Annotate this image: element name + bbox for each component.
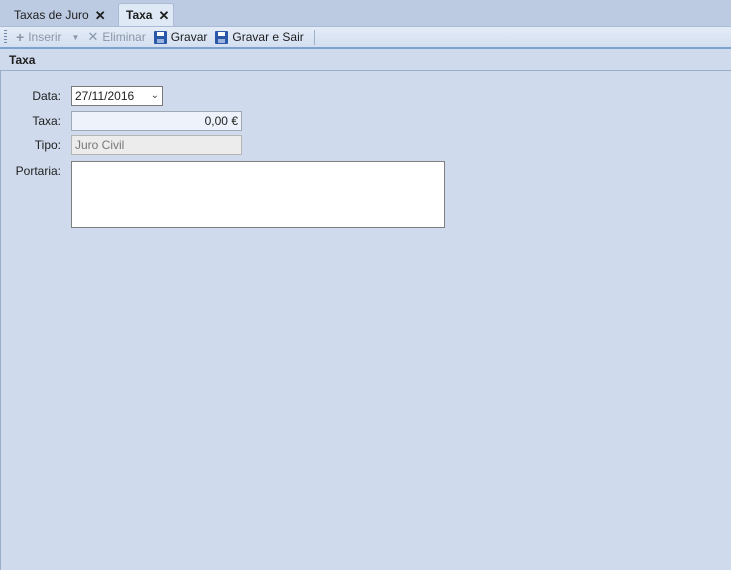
gravar-label: Gravar — [170, 30, 208, 44]
gravar-e-sair-button[interactable]: Gravar e Sair — [211, 28, 307, 47]
dropdown-arrow-icon[interactable]: ▼ — [72, 33, 80, 42]
gravar-button[interactable]: Gravar — [150, 28, 212, 47]
tab-label: Taxa — [126, 8, 153, 22]
save-and-exit-icon — [215, 30, 229, 44]
eliminar-label: Eliminar — [102, 30, 146, 44]
tab-taxa[interactable]: Taxa ✕ — [118, 3, 174, 26]
taxa-label: Taxa: — [32, 114, 61, 128]
taxa-input[interactable]: 0,00 € — [71, 111, 242, 131]
toolbar: + Inserir ▼ ✕ Eliminar Gravar Gravar e S… — [0, 26, 731, 49]
content-border — [0, 71, 1, 570]
tipo-label: Tipo: — [34, 138, 61, 152]
section-title: Taxa — [0, 52, 731, 71]
data-label: Data: — [32, 89, 61, 103]
portaria-textarea[interactable] — [71, 161, 445, 228]
close-icon[interactable]: ✕ — [95, 9, 106, 22]
data-date-picker[interactable]: 27/11/2016 ⌄ — [71, 86, 163, 106]
delete-x-icon: ✕ — [87, 29, 99, 44]
tab-bar: Taxas de Juro ✕ Taxa ✕ — [0, 0, 731, 26]
plus-icon: + — [16, 29, 25, 45]
tab-label: Taxas de Juro — [14, 8, 89, 22]
inserir-button[interactable]: + Inserir ▼ — [12, 28, 83, 47]
tipo-field: Juro Civil — [71, 135, 242, 155]
toolbar-grip[interactable] — [4, 30, 7, 44]
data-value: 27/11/2016 — [75, 89, 135, 103]
chevron-down-icon[interactable]: ⌄ — [151, 87, 159, 105]
close-icon[interactable]: ✕ — [158, 9, 169, 22]
tab-taxas-de-juro[interactable]: Taxas de Juro ✕ — [7, 4, 113, 26]
portaria-label: Portaria: — [15, 164, 61, 178]
save-disk-icon — [153, 30, 167, 44]
inserir-label: Inserir — [28, 30, 62, 44]
toolbar-separator — [313, 29, 315, 45]
eliminar-button[interactable]: ✕ Eliminar — [83, 28, 149, 47]
gravar-e-sair-label: Gravar e Sair — [232, 30, 304, 44]
